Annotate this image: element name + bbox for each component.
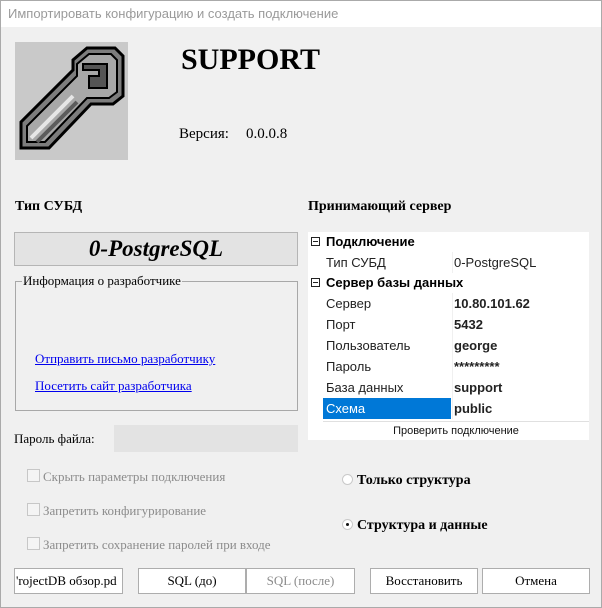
forbid-configuration-checkbox[interactable]: Запретить конфигурирование (27, 503, 206, 519)
db-type-heading: Тип СУБД (15, 199, 83, 214)
grid-divider (452, 252, 453, 273)
property-row-server[interactable]: Сервер 10.80.101.62 (308, 293, 589, 314)
sql-before-button[interactable]: SQL (до) (138, 568, 246, 594)
checkbox-box (27, 469, 40, 482)
property-value[interactable]: ********* (453, 356, 590, 377)
property-name: Порт (326, 317, 356, 332)
checkbox-box (27, 537, 40, 550)
version-label: Версия: (179, 126, 229, 142)
grid-divider (452, 293, 453, 419)
radio-label: Структура и данные (357, 518, 488, 533)
radio-structure-and-data[interactable]: Структура и данные (342, 518, 488, 534)
file-password-input[interactable] (114, 425, 298, 452)
developer-info-group: Информация о разработчике Отправить пись… (15, 273, 298, 411)
collapse-icon[interactable] (311, 237, 320, 246)
property-row-db-type[interactable]: Тип СУБД 0-PostgreSQL (308, 252, 589, 273)
checkbox-label: Запретить конфигурирование (43, 503, 207, 518)
property-row-password[interactable]: Пароль ********* (308, 356, 589, 377)
mail-developer-link[interactable]: Отправить письмо разработчику (35, 351, 215, 367)
property-row-database[interactable]: База данных support (308, 377, 589, 398)
title-bar[interactable]: Импортировать конфигурацию и создать под… (1, 1, 601, 27)
property-name: Пользователь (326, 338, 411, 353)
checkbox-box (27, 503, 40, 516)
category-connection[interactable]: Подключение (308, 232, 589, 252)
file-password-label: Пароль файла: (14, 431, 95, 446)
radio-circle (342, 474, 353, 485)
version-value: 0.0.0.8 (246, 126, 288, 142)
visit-site-link[interactable]: Посетить сайт разработчика (35, 378, 192, 394)
property-name: Сервер (326, 296, 372, 311)
cancel-button[interactable]: Отмена (482, 568, 590, 594)
property-name: База данных (326, 380, 404, 395)
category-title: Подключение (326, 234, 415, 249)
property-value[interactable]: george (453, 335, 590, 356)
property-value[interactable]: public (453, 398, 590, 419)
sql-after-button[interactable]: SQL (после) (246, 568, 355, 594)
import-config-dialog: Импортировать конфигурацию и создать под… (0, 0, 602, 608)
property-value[interactable]: 0-PostgreSQL (453, 252, 590, 273)
property-row-port[interactable]: Порт 5432 (308, 314, 589, 335)
test-connection-button[interactable]: Проверить подключение (323, 421, 589, 440)
radio-label: Только структура (357, 473, 471, 488)
checkbox-label: Скрыть параметры подключения (43, 469, 226, 484)
radio-circle (342, 519, 353, 530)
property-row-schema[interactable]: Схема public (308, 398, 589, 419)
category-title: Сервер базы данных (326, 275, 464, 290)
property-value[interactable]: 5432 (453, 314, 590, 335)
property-value[interactable]: support (453, 377, 590, 398)
checkbox-label: Запретить сохранение паролей при входе (43, 537, 271, 552)
file-browse-button[interactable]: 'rojectDB обзор.pd (14, 568, 123, 594)
radio-structure-only[interactable]: Только структура (342, 473, 471, 489)
property-name: Пароль (326, 359, 372, 374)
window-title: Импортировать конфигурацию и создать под… (8, 6, 339, 21)
property-row-user[interactable]: Пользователь george (308, 335, 589, 356)
db-type-display: 0-PostgreSQL (14, 232, 298, 266)
forbid-password-saving-checkbox[interactable]: Запретить сохранение паролей при входе (27, 537, 271, 553)
hide-connection-params-checkbox[interactable]: Скрыть параметры подключения (27, 469, 225, 485)
developer-info-legend: Информация о разработчике (22, 273, 182, 289)
property-grid: Подключение Тип СУБД 0-PostgreSQL Сервер… (308, 232, 589, 440)
wrench-icon (15, 42, 128, 160)
category-db-server[interactable]: Сервер базы данных (308, 273, 589, 293)
property-name: Тип СУБД (326, 255, 386, 270)
collapse-icon[interactable] (311, 278, 320, 287)
restore-button[interactable]: Восстановить (370, 568, 478, 594)
app-name: SUPPORT (181, 43, 320, 76)
property-name: Схема (323, 398, 451, 419)
property-value[interactable]: 10.80.101.62 (453, 293, 590, 314)
target-server-heading: Принимающий сервер (308, 199, 452, 214)
